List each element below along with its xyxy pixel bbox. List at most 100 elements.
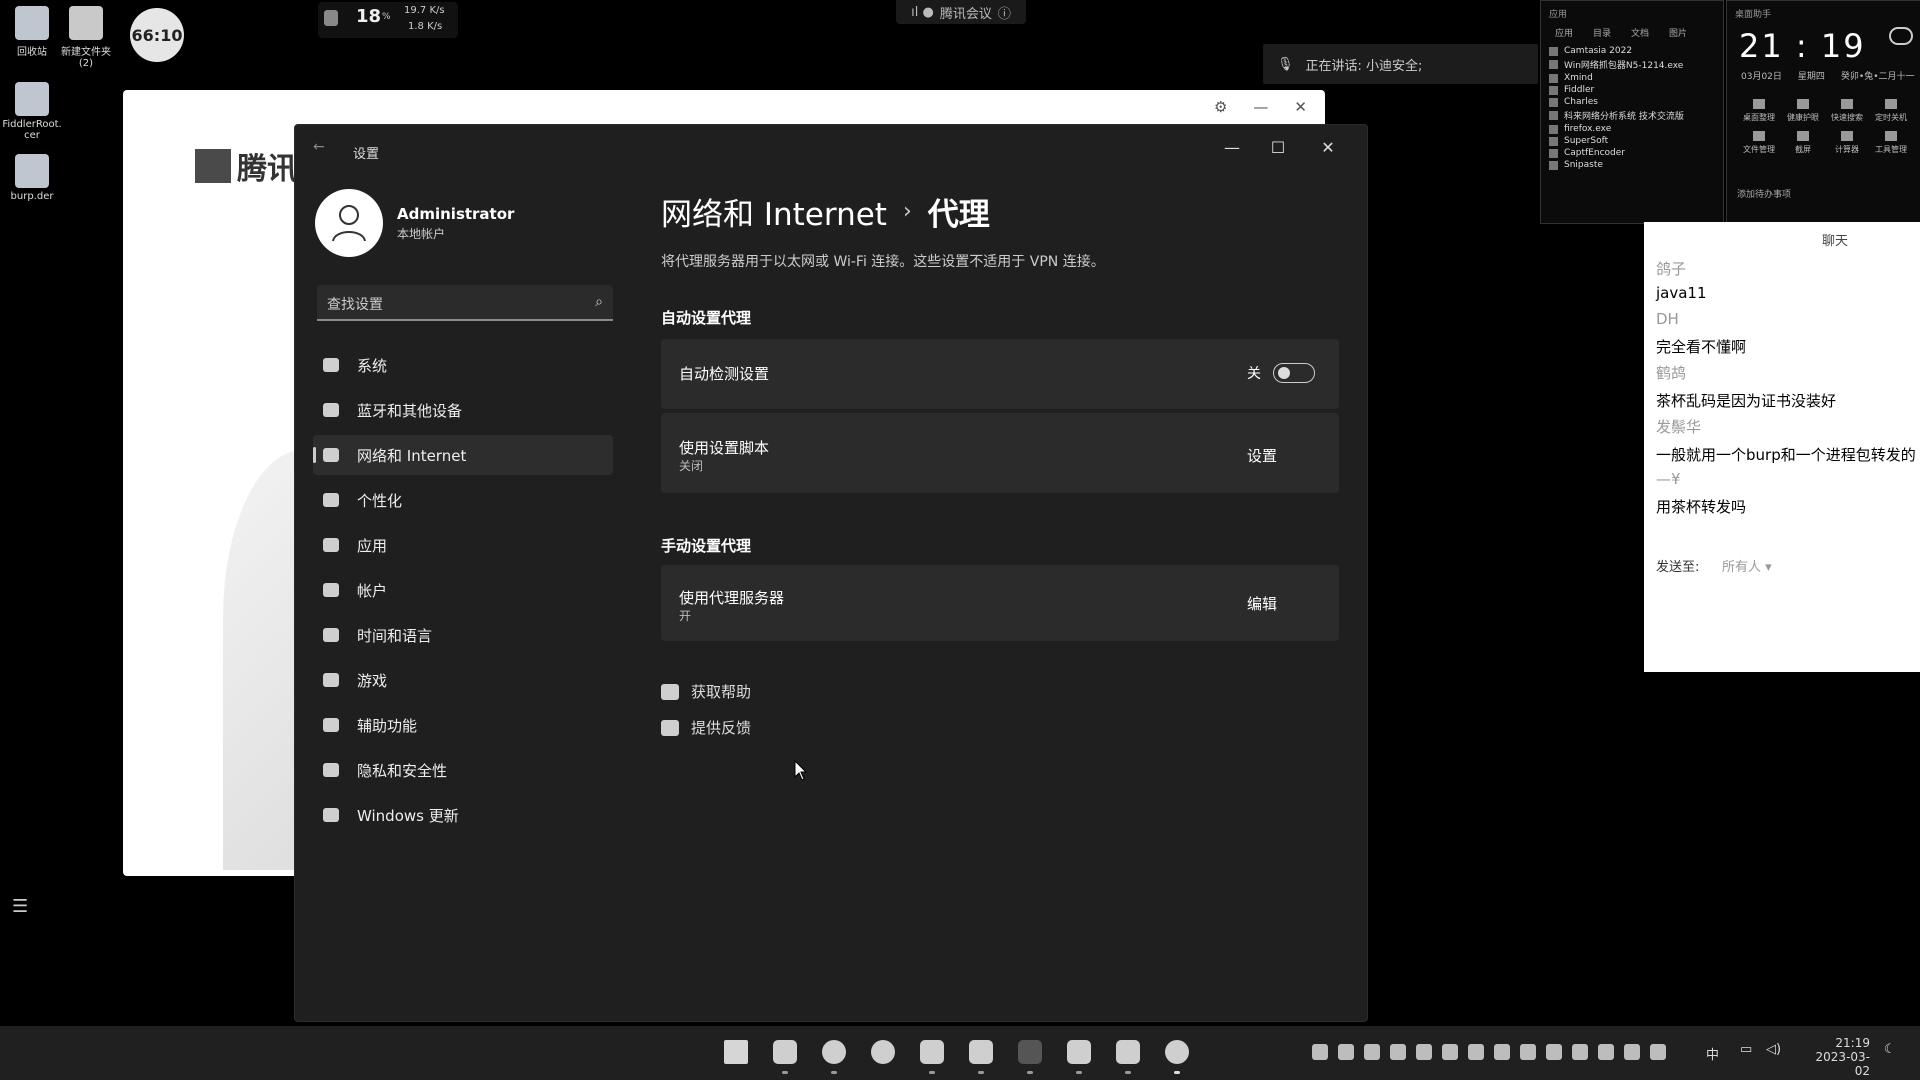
app-item[interactable]: firefox.exe	[1541, 123, 1723, 135]
nav-item-personalization[interactable]: 个性化	[313, 480, 613, 520]
tool-button[interactable]: 工具管理	[1869, 131, 1913, 155]
nav-item-time-language[interactable]: 时间和语言	[313, 615, 613, 655]
back-arrow-icon[interactable]: ←	[313, 139, 325, 155]
tool-button[interactable]: 快速搜索	[1825, 99, 1869, 123]
feedback-icon	[661, 719, 679, 736]
app-item[interactable]: Charles	[1541, 96, 1723, 108]
app-item[interactable]: Fiddler	[1541, 84, 1723, 96]
apps-tab[interactable]: 应用	[1555, 26, 1573, 39]
ime-indicator[interactable]: 中	[1706, 1044, 1719, 1063]
maximize-button[interactable]: ☐	[1255, 133, 1301, 163]
edge-icon[interactable]	[867, 1036, 899, 1068]
app-item[interactable]: Win网络抓包器N5-1214.exe	[1541, 57, 1723, 72]
tray-app-icon[interactable]	[1442, 1044, 1458, 1060]
nav-item-accessibility[interactable]: 辅助功能	[313, 705, 613, 745]
microphone-icon[interactable]	[1650, 1044, 1666, 1060]
tray-app-icon[interactable]	[1546, 1044, 1562, 1060]
tool-label: 计算器	[1835, 145, 1859, 154]
taskbar-clock[interactable]: 21:19 2023-03-02	[1806, 1036, 1870, 1078]
tray-app-icon[interactable]	[1416, 1044, 1432, 1060]
search-icon	[1841, 99, 1853, 109]
list-menu-icon[interactable]: ☰	[12, 896, 28, 917]
image-app-icon[interactable]	[1063, 1036, 1095, 1074]
tool-button[interactable]: 计算器	[1825, 131, 1869, 155]
setup-script-card[interactable]: 使用设置脚本 关闭 设置	[661, 413, 1339, 493]
nav-item-windows-update[interactable]: Windows 更新	[313, 795, 613, 835]
start-button[interactable]	[720, 1036, 752, 1068]
app-item[interactable]: Xmind	[1541, 72, 1723, 84]
minimize-button[interactable]: —	[1209, 133, 1255, 163]
app-item[interactable]: SuperSoft	[1541, 135, 1723, 147]
app-item[interactable]: CaptfEncoder	[1541, 147, 1723, 159]
nav-item-network[interactable]: 网络和 Internet	[313, 435, 613, 475]
desktop-icon-fiddler-cert[interactable]: FiddlerRoot. cer	[0, 82, 64, 141]
tray-wechat-icon[interactable]	[1520, 1044, 1536, 1060]
minimize-icon[interactable]: —	[1253, 98, 1268, 116]
apps-tab[interactable]: 图片	[1669, 26, 1687, 39]
tray-app-icon[interactable]	[1338, 1044, 1354, 1060]
nav-label: 隐私和安全性	[357, 761, 448, 780]
tray-app-icon[interactable]	[1390, 1044, 1406, 1060]
meeting-status-bar[interactable]: ıl ● 腾讯会议 ⓘ	[896, 0, 1026, 24]
nav-item-gaming[interactable]: 游戏	[313, 660, 613, 700]
file-explorer-icon[interactable]	[769, 1036, 801, 1074]
settings-gear-icon[interactable]: ⚙	[1214, 98, 1227, 116]
user-avatar[interactable]	[315, 189, 383, 257]
edit-proxy-button[interactable]: 编辑	[1247, 593, 1277, 614]
app-item[interactable]: Snipaste	[1541, 159, 1723, 171]
nav-label: 应用	[357, 536, 388, 555]
auto-detect-toggle[interactable]	[1273, 363, 1315, 383]
tray-app-icon[interactable]	[1312, 1044, 1328, 1060]
breadcrumb-parent[interactable]: 网络和 Internet	[661, 189, 887, 234]
settings-gear-icon[interactable]	[1161, 1036, 1193, 1074]
proxy-server-card[interactable]: 使用代理服务器 开 编辑	[661, 565, 1339, 641]
tool-button[interactable]: 健康护眼	[1781, 99, 1825, 123]
nav-item-system[interactable]: 系统	[313, 345, 613, 385]
tool-label: 快速搜索	[1831, 113, 1863, 122]
info-icon[interactable]: ⓘ	[998, 3, 1011, 22]
get-help-link[interactable]: 获取帮助	[661, 681, 751, 702]
tray-app-icon[interactable]	[1572, 1044, 1588, 1060]
tool-button[interactable]: 截屏	[1781, 131, 1825, 155]
tray-app-icon[interactable]	[1598, 1044, 1614, 1060]
volume-icon[interactable]: ◁)	[1766, 1042, 1781, 1057]
nav-item-bluetooth[interactable]: 蓝牙和其他设备	[313, 390, 613, 430]
tencent-meeting-icon[interactable]	[1112, 1036, 1144, 1074]
setup-script-button[interactable]: 设置	[1247, 445, 1277, 466]
close-button[interactable]: ✕	[1305, 133, 1351, 163]
nav-item-apps[interactable]: 应用	[313, 525, 613, 565]
browser-icon[interactable]	[818, 1036, 850, 1074]
tool-button[interactable]: 定时关机	[1869, 99, 1913, 123]
app-icon[interactable]	[1014, 1036, 1046, 1074]
app-item[interactable]: 科来网络分析系统 技术交流版	[1541, 108, 1723, 123]
desktop-icon-new-folder[interactable]: 新建文件夹 (2)	[54, 6, 118, 69]
chat-sender: 发鬃华	[1656, 418, 1702, 436]
clock-date-row: 03月02日 星期四 癸卯•兔•二月十一	[1741, 69, 1915, 82]
close-icon[interactable]: ✕	[1294, 98, 1307, 116]
send-to-label: 发送至:	[1656, 560, 1700, 575]
send-to-dropdown[interactable]: 所有人 ▾	[1722, 556, 1772, 575]
taskbar: 中 ▭ ◁) 21:19 2023-03-02 ☾	[0, 1026, 1920, 1080]
apps-tab[interactable]: 目录	[1593, 26, 1611, 39]
nav-item-privacy[interactable]: 隐私和安全性	[313, 750, 613, 790]
desktop-icon-burp-der[interactable]: burp.der	[0, 154, 64, 202]
tray-app-icon[interactable]	[1494, 1044, 1510, 1060]
wechat-icon[interactable]	[916, 1036, 948, 1074]
toggle-knob	[1278, 367, 1290, 379]
add-todo-button[interactable]: 添加待办事项	[1737, 187, 1791, 200]
tray-app-icon[interactable]	[1468, 1044, 1484, 1060]
pentagon-app-icon[interactable]	[965, 1036, 997, 1074]
nav-item-accounts[interactable]: 帐户	[313, 570, 613, 610]
network-icon[interactable]: ▭	[1740, 1042, 1752, 1057]
app-item[interactable]: Camtasia 2022	[1541, 45, 1723, 57]
apps-tab[interactable]: 文档	[1631, 26, 1649, 39]
feedback-link[interactable]: 提供反馈	[661, 717, 751, 738]
tencent-logo-text: 腾讯	[237, 152, 297, 187]
tool-button[interactable]: 文件管理	[1737, 131, 1781, 155]
notification-icon[interactable]: ☾	[1884, 1042, 1896, 1057]
tray-app-icon[interactable]	[1624, 1044, 1640, 1060]
tool-button[interactable]: 桌面整理	[1737, 99, 1781, 123]
tray-shield-icon[interactable]	[1364, 1044, 1380, 1060]
network-monitor: 18 % 19.7 K/s 1.8 K/s	[318, 2, 458, 38]
settings-search-input[interactable]: 查找设置 ⌕	[317, 285, 613, 321]
